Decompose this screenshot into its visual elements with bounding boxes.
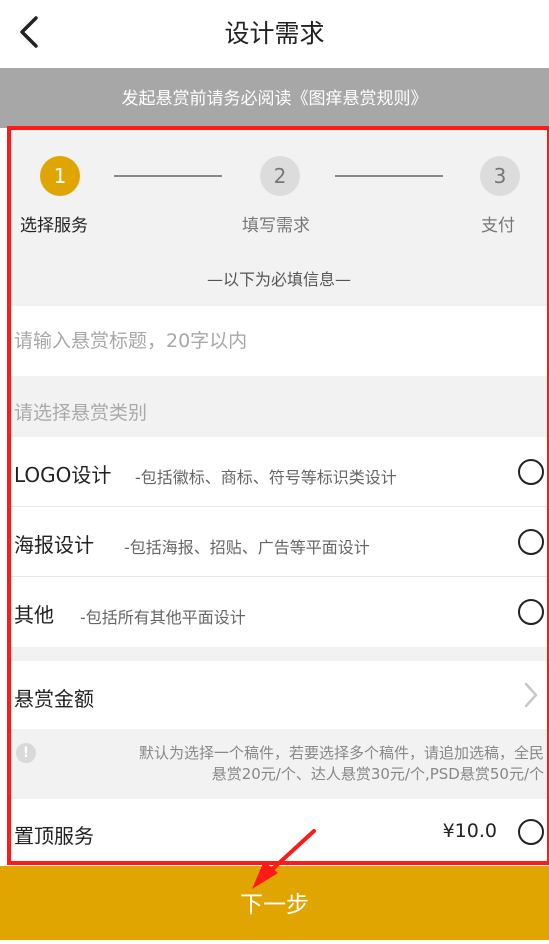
highlighted-form-region: 1 2 3 选择服务 填写需求 支付 —以下为必填信息— 请选择悬赏类别 LOG… [7,126,549,865]
category-other[interactable]: 其他 -包括所有其他平面设计 [11,577,547,647]
progress-steps: 1 2 3 选择服务 填写需求 支付 [11,130,547,240]
category-name: 其他 [14,603,54,627]
pricing-info-line: 悬赏20元/个、达人悬赏30元/个,PSD悬赏50元/个 [211,765,544,783]
page-title: 设计需求 [224,19,325,48]
radio-button[interactable] [518,819,544,845]
step-2-label: 填写需求 [242,216,310,236]
step-3-circle: 3 [480,156,520,196]
pricing-info-line: 默认为选择一个稿件，若要选择多个稿件，请追加选稿，全民 [138,744,544,762]
category-description: -包括徽标、商标、符号等标识类设计 [135,468,397,487]
pricing-info: ! 默认为选择一个稿件，若要选择多个稿件，请追加选稿，全民 悬赏20元/个、达人… [11,729,547,799]
top-service-label: 置顶服务 [14,824,94,848]
exclamation-icon: ! [16,743,36,763]
category-name: 海报设计 [14,533,94,557]
category-list: LOGO设计 -包括徽标、商标、符号等标识类设计 海报设计 -包括海报、招贴、广… [11,437,547,647]
bounty-amount-label: 悬赏金额 [14,687,94,711]
chevron-right-icon [524,682,538,708]
step-3-label: 支付 [481,216,515,236]
category-description: -包括海报、招贴、广告等平面设计 [124,538,370,557]
category-header: 请选择悬赏类别 [14,402,148,424]
radio-button[interactable] [518,459,544,485]
radio-button[interactable] [518,599,544,625]
category-logo[interactable]: LOGO设计 -包括徽标、商标、符号等标识类设计 [11,437,547,507]
arrow-annotation-icon [252,829,316,889]
bounty-title-input[interactable] [11,306,547,376]
top-bar: 设计需求 [0,0,549,68]
pricing-info-text: 默认为选择一个稿件，若要选择多个稿件，请追加选稿，全民 悬赏20元/个、达人悬赏… [57,743,544,785]
step-2-circle: 2 [260,156,300,196]
bounty-amount-row[interactable]: 悬赏金额 [11,661,547,729]
top-service-price: ¥10.0 [442,820,497,842]
step-1-label: 选择服务 [20,216,88,236]
step-connector [114,175,222,177]
step-1-circle: 1 [40,156,80,196]
category-description: -包括所有其他平面设计 [80,608,246,627]
rules-notice[interactable]: 发起悬赏前请务必阅读《图痒悬赏规则》 [0,68,549,128]
category-poster[interactable]: 海报设计 -包括海报、招贴、广告等平面设计 [11,507,547,577]
radio-button[interactable] [518,529,544,555]
category-name: LOGO设计 [14,463,112,487]
step-connector [335,175,443,177]
required-info-hint: —以下为必填信息— [206,270,351,289]
